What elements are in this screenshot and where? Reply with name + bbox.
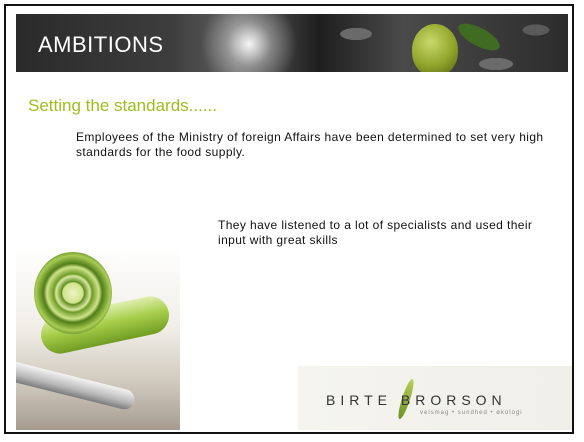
- knife-blade: [16, 360, 137, 412]
- brand-logo: BIRTE BRORSON velsmag • sundhed • økolog…: [298, 366, 572, 430]
- banner-title: AMBITIONS: [38, 32, 164, 57]
- paragraph-specialists: They have listened to a lot of specialis…: [218, 218, 533, 247]
- header-banner: AMBITIONS: [16, 14, 568, 72]
- paragraph-employees: Employees of the Ministry of foreign Aff…: [76, 130, 544, 159]
- pear-image: [412, 24, 458, 72]
- logo-name: BIRTE BRORSON: [326, 392, 507, 408]
- light-glow: [194, 14, 304, 72]
- slide-subtitle: Setting the standards......: [28, 96, 218, 115]
- leek-photo: [16, 246, 180, 430]
- logo-tagline: velsmag • sundhed • økologi: [420, 410, 523, 416]
- slide: AMBITIONS Setting the standards...... Em…: [4, 4, 574, 434]
- leek-cross-section: [34, 252, 112, 334]
